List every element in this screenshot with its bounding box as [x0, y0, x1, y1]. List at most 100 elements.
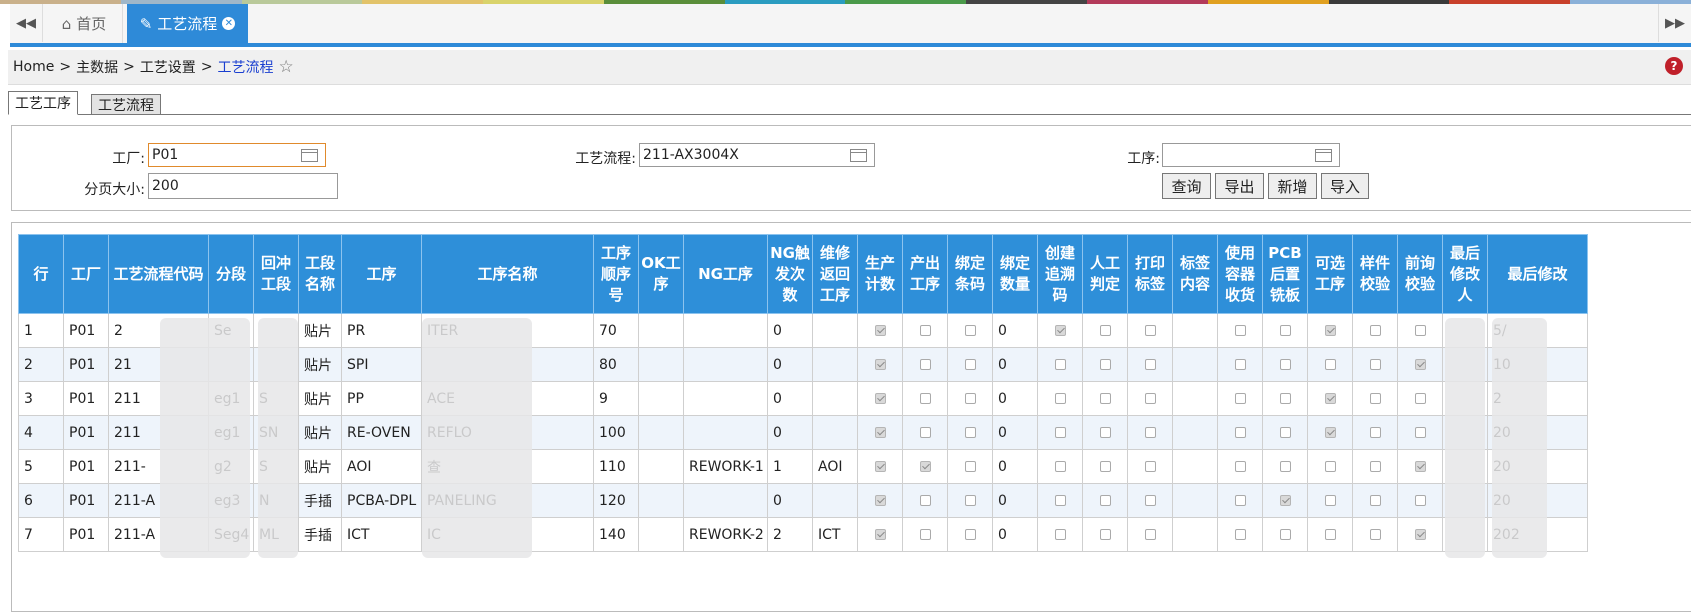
checkbox[interactable] — [1099, 495, 1111, 506]
checkbox[interactable] — [874, 393, 886, 404]
checkbox[interactable] — [1279, 529, 1291, 540]
checkbox[interactable] — [1324, 529, 1336, 540]
column-header[interactable]: 样件校验 — [1352, 234, 1398, 314]
double-chevron-right-icon[interactable]: ▶▶ — [1658, 4, 1691, 42]
checkbox[interactable] — [919, 359, 931, 370]
checkbox[interactable] — [1099, 393, 1111, 404]
star-icon[interactable]: ☆ — [279, 57, 294, 77]
checkbox[interactable] — [874, 529, 886, 540]
close-icon[interactable]: ✕ — [222, 17, 236, 30]
checkbox[interactable] — [1054, 495, 1066, 506]
checkbox[interactable] — [919, 325, 931, 336]
column-header[interactable]: 产出工序 — [902, 234, 948, 314]
checkbox[interactable] — [1144, 495, 1156, 506]
checkbox[interactable] — [919, 461, 931, 472]
checkbox[interactable] — [1144, 393, 1156, 404]
table-row[interactable]: 6P01211-Aeg3N手插PCBA-DPLPANELING1200020 — [18, 483, 1588, 518]
column-header[interactable]: OK工序 — [638, 234, 684, 314]
checkbox[interactable] — [1279, 461, 1291, 472]
column-header[interactable]: 前询校验 — [1397, 234, 1443, 314]
column-header[interactable]: 最后修改 — [1487, 234, 1588, 314]
table-row[interactable]: 5P01211-g2S贴片AOI查110REWORK-11AOI020 — [18, 449, 1588, 484]
checkbox[interactable] — [1414, 427, 1426, 438]
checkbox[interactable] — [1234, 529, 1246, 540]
checkbox[interactable] — [1054, 325, 1066, 336]
checkbox[interactable] — [1054, 529, 1066, 540]
tab-process-flow[interactable]: ✎ 工艺流程 ✕ — [127, 4, 248, 43]
breadcrumb-master-data[interactable]: 主数据 — [76, 57, 118, 77]
checkbox[interactable] — [1144, 359, 1156, 370]
column-header[interactable]: 生产计数 — [857, 234, 903, 314]
column-header[interactable]: 分段 — [208, 234, 254, 314]
column-header[interactable]: 工段名称 — [298, 234, 342, 314]
column-header[interactable]: 回冲工段 — [253, 234, 299, 314]
checkbox[interactable] — [1369, 325, 1381, 336]
checkbox[interactable] — [1234, 495, 1246, 506]
checkbox[interactable] — [874, 325, 886, 336]
checkbox[interactable] — [919, 495, 931, 506]
checkbox[interactable] — [1369, 529, 1381, 540]
checkbox[interactable] — [1279, 359, 1291, 370]
column-header[interactable]: 人工判定 — [1082, 234, 1128, 314]
column-header[interactable]: 行 — [18, 234, 64, 314]
checkbox[interactable] — [1054, 461, 1066, 472]
checkbox[interactable] — [964, 529, 976, 540]
checkbox[interactable] — [1369, 461, 1381, 472]
checkbox[interactable] — [1414, 461, 1426, 472]
breadcrumb-home[interactable]: Home — [13, 59, 54, 75]
checkbox[interactable] — [1144, 325, 1156, 336]
checkbox[interactable] — [1099, 427, 1111, 438]
checkbox[interactable] — [964, 495, 976, 506]
checkbox[interactable] — [1054, 393, 1066, 404]
checkbox[interactable] — [1279, 325, 1291, 336]
column-header[interactable]: 绑定条码 — [947, 234, 993, 314]
breadcrumb-process-settings[interactable]: 工艺设置 — [140, 57, 196, 77]
column-header[interactable]: NG工序 — [683, 234, 768, 314]
export-button[interactable]: 导出 — [1215, 173, 1264, 199]
checkbox[interactable] — [1369, 393, 1381, 404]
column-header[interactable]: 使用容器收货 — [1217, 234, 1263, 314]
checkbox[interactable] — [964, 393, 976, 404]
checkbox[interactable] — [874, 359, 886, 370]
column-header[interactable]: NG触发次数 — [767, 234, 813, 314]
checkbox[interactable] — [964, 427, 976, 438]
table-row[interactable]: 3P01211eg1S贴片PPACE9002 — [18, 381, 1588, 416]
import-button[interactable]: 导入 — [1321, 173, 1369, 199]
flow-field[interactable]: 211-AX3004X — [639, 143, 875, 167]
query-button[interactable]: 查询 — [1162, 173, 1211, 199]
step-field[interactable] — [1162, 143, 1340, 167]
checkbox[interactable] — [1324, 325, 1336, 336]
tab-home[interactable]: ⌂ 首页 — [46, 4, 123, 43]
double-chevron-left-icon[interactable]: ◀◀ — [10, 4, 43, 42]
checkbox[interactable] — [1324, 427, 1336, 438]
checkbox[interactable] — [1144, 427, 1156, 438]
subtab-process-flow[interactable]: 工艺流程 — [91, 94, 161, 115]
checkbox[interactable] — [1369, 359, 1381, 370]
checkbox[interactable] — [1234, 325, 1246, 336]
checkbox[interactable] — [1099, 461, 1111, 472]
checkbox[interactable] — [1234, 427, 1246, 438]
checkbox[interactable] — [1144, 461, 1156, 472]
checkbox[interactable] — [1414, 359, 1426, 370]
checkbox[interactable] — [1414, 529, 1426, 540]
checkbox[interactable] — [874, 461, 886, 472]
column-header[interactable]: PCB后置铣板 — [1262, 234, 1308, 314]
column-header[interactable]: 工艺流程代码 — [108, 234, 209, 314]
checkbox[interactable] — [1324, 393, 1336, 404]
column-header[interactable]: 工厂 — [63, 234, 109, 314]
column-header[interactable]: 绑定数量 — [992, 234, 1038, 314]
checkbox[interactable] — [1279, 495, 1291, 506]
column-header[interactable]: 维修返回工序 — [812, 234, 858, 314]
column-header[interactable]: 工序 — [341, 234, 422, 314]
checkbox[interactable] — [1414, 495, 1426, 506]
checkbox[interactable] — [874, 427, 886, 438]
column-header[interactable]: 最后修改人 — [1442, 234, 1488, 314]
help-icon[interactable]: ? — [1665, 57, 1683, 75]
column-header[interactable]: 打印标签 — [1127, 234, 1173, 314]
checkbox[interactable] — [1414, 325, 1426, 336]
checkbox[interactable] — [1144, 529, 1156, 540]
checkbox[interactable] — [964, 461, 976, 472]
table-row[interactable]: 4P01211eg1SN贴片RE-OVENREFLO1000020 — [18, 415, 1588, 450]
column-header[interactable]: 工序名称 — [421, 234, 594, 314]
checkbox[interactable] — [1369, 427, 1381, 438]
